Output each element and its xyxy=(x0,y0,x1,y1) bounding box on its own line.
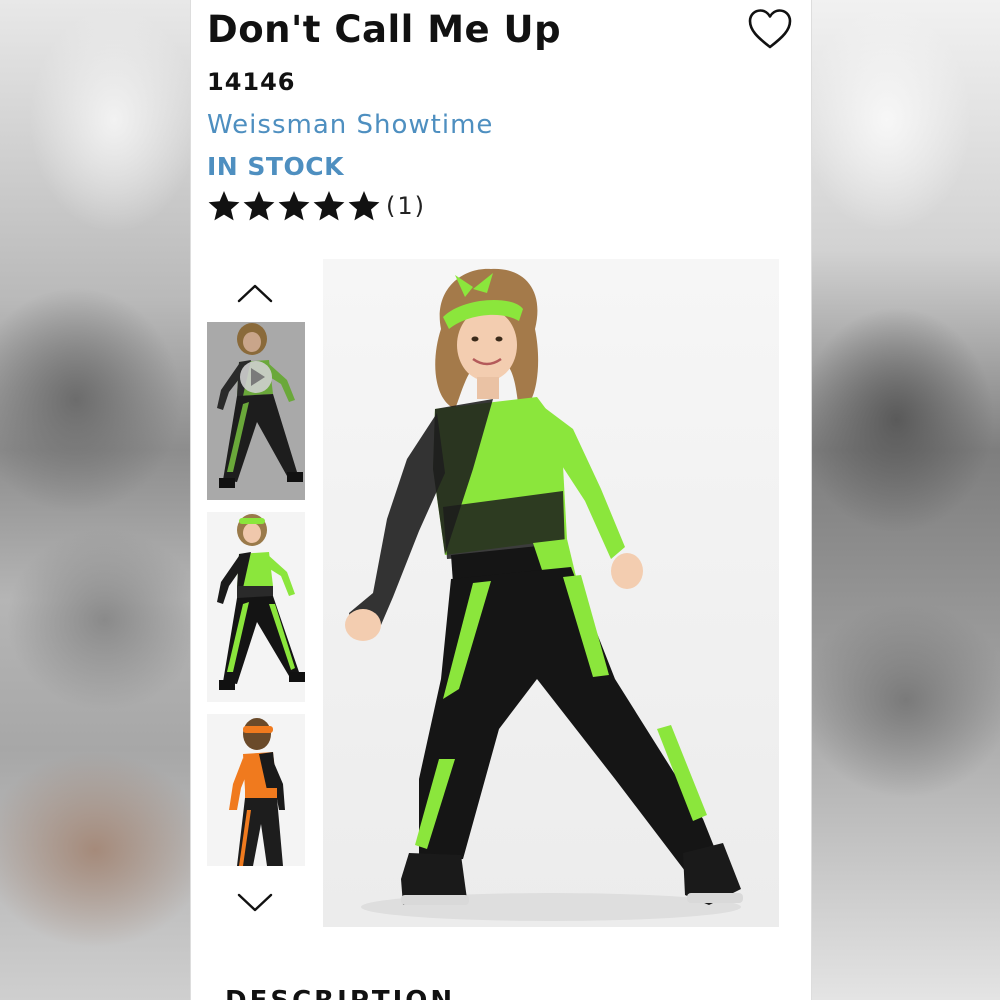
star-filled-icon xyxy=(208,191,240,221)
blurred-backdrop-right xyxy=(812,0,1000,1000)
star-filled-icon xyxy=(278,191,310,221)
star-filled-icon xyxy=(243,191,275,221)
rating-summary[interactable]: (1) xyxy=(207,188,426,224)
gallery-down-button[interactable] xyxy=(235,890,275,916)
play-icon xyxy=(240,361,272,393)
gallery-up-button[interactable] xyxy=(235,280,275,306)
favorite-button[interactable] xyxy=(747,8,793,50)
gallery-thumbnail[interactable] xyxy=(207,512,305,702)
product-main-image[interactable] xyxy=(323,259,779,927)
chevron-up-icon xyxy=(237,284,273,303)
description-section-heading[interactable]: DESCRIPTION xyxy=(225,986,455,1000)
gallery-thumbnail[interactable] xyxy=(207,714,305,866)
product-title: Don't Call Me Up xyxy=(207,8,562,51)
blurred-backdrop-left xyxy=(0,0,190,1000)
chevron-down-icon xyxy=(237,893,273,912)
heart-outline-icon xyxy=(748,9,792,49)
rating-count: (1) xyxy=(386,192,426,220)
product-page: Don't Call Me Up 14146 Weissman Showtime… xyxy=(190,0,812,1000)
product-sku: 14146 xyxy=(207,68,296,96)
gallery-thumbnail-video[interactable] xyxy=(207,322,305,500)
star-filled-icon xyxy=(313,191,345,221)
screen: Don't Call Me Up 14146 Weissman Showtime… xyxy=(0,0,1000,1000)
brand-link[interactable]: Weissman Showtime xyxy=(207,110,493,140)
star-filled-icon xyxy=(348,191,380,221)
stock-status: IN STOCK xyxy=(207,152,344,181)
